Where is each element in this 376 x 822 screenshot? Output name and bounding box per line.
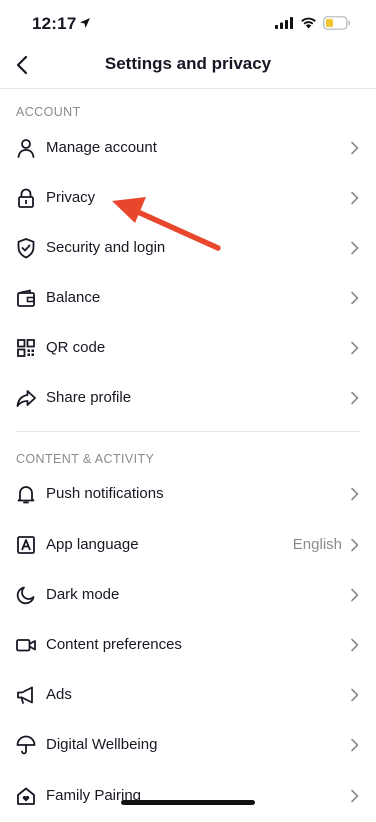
status-time: 12:17	[32, 14, 77, 33]
chevron-right-icon	[351, 241, 359, 255]
settings-item-digital-wellbeing[interactable]: Digital Wellbeing	[0, 721, 376, 771]
settings-item-label: Push notifications	[46, 485, 164, 502]
divider	[0, 88, 376, 89]
megaphone-icon	[17, 686, 33, 704]
house-icon	[17, 787, 35, 805]
share-icon	[16, 390, 36, 407]
settings-item-content-preferences[interactable]: Content preferences	[0, 621, 376, 671]
settings-item-label: Ads	[46, 686, 72, 703]
settings-item-qr-code[interactable]: QR code	[0, 324, 376, 374]
chevron-right-icon	[351, 738, 359, 752]
bell-icon	[17, 486, 35, 504]
settings-item-balance[interactable]: Balance	[0, 274, 376, 324]
settings-item-label: Share profile	[46, 389, 132, 406]
settings-item-security[interactable]: Security and login	[0, 224, 376, 274]
chevron-right-icon	[351, 341, 359, 355]
chevron-right-icon	[351, 538, 359, 552]
video-icon	[16, 639, 36, 652]
qr-code-icon	[17, 339, 35, 357]
settings-item-ads[interactable]: Ads	[0, 671, 376, 721]
moon-icon	[16, 586, 35, 605]
nav-bar: Settings and privacy	[0, 40, 376, 88]
location-arrow-icon	[80, 18, 90, 28]
settings-item-label: Content preferences	[46, 636, 182, 653]
chevron-right-icon	[351, 588, 359, 602]
settings-item-label: Dark mode	[46, 586, 120, 603]
settings-item-label: Balance	[46, 289, 101, 306]
chevron-right-icon	[351, 789, 359, 803]
chevron-right-icon	[351, 688, 359, 702]
section-header-account: ACCOUNT	[16, 105, 81, 119]
page-title: Settings and privacy	[104, 54, 272, 73]
wifi-icon	[301, 17, 316, 29]
settings-item-label: Security and login	[46, 239, 166, 256]
language-icon	[17, 536, 35, 554]
settings-item-label: Digital Wellbeing	[46, 736, 158, 753]
chevron-right-icon	[351, 391, 359, 405]
settings-item-label: Privacy	[46, 189, 96, 206]
chevron-right-icon	[351, 291, 359, 305]
settings-item-manage-account[interactable]: Manage account	[0, 124, 376, 174]
current-language-value: English	[292, 536, 342, 553]
home-indicator[interactable]	[121, 800, 255, 805]
settings-item-label: Manage account	[46, 139, 157, 156]
settings-item-label: App language	[46, 536, 139, 553]
umbrella-icon	[16, 735, 36, 755]
section-divider	[16, 431, 360, 432]
cellular-signal-icon	[275, 17, 293, 29]
settings-item-app-language[interactable]: App language English	[0, 521, 376, 571]
section-header-content-activity: CONTENT & ACTIVITY	[16, 452, 155, 466]
chevron-right-icon	[351, 487, 359, 501]
person-icon	[17, 139, 35, 158]
lock-icon	[18, 188, 34, 208]
settings-item-share-profile[interactable]: Share profile	[0, 374, 376, 424]
settings-item-dark-mode[interactable]: Dark mode	[0, 571, 376, 621]
settings-item-privacy[interactable]: Privacy	[0, 174, 376, 224]
battery-icon	[323, 16, 351, 30]
chevron-right-icon	[351, 191, 359, 205]
settings-item-push-notifications[interactable]: Push notifications	[0, 470, 376, 520]
settings-item-family-pairing[interactable]: Family Pairing	[0, 772, 376, 822]
wallet-icon	[17, 289, 35, 307]
settings-item-label: QR code	[46, 339, 106, 356]
chevron-right-icon	[351, 141, 359, 155]
shield-icon	[17, 238, 35, 259]
chevron-right-icon	[351, 638, 359, 652]
